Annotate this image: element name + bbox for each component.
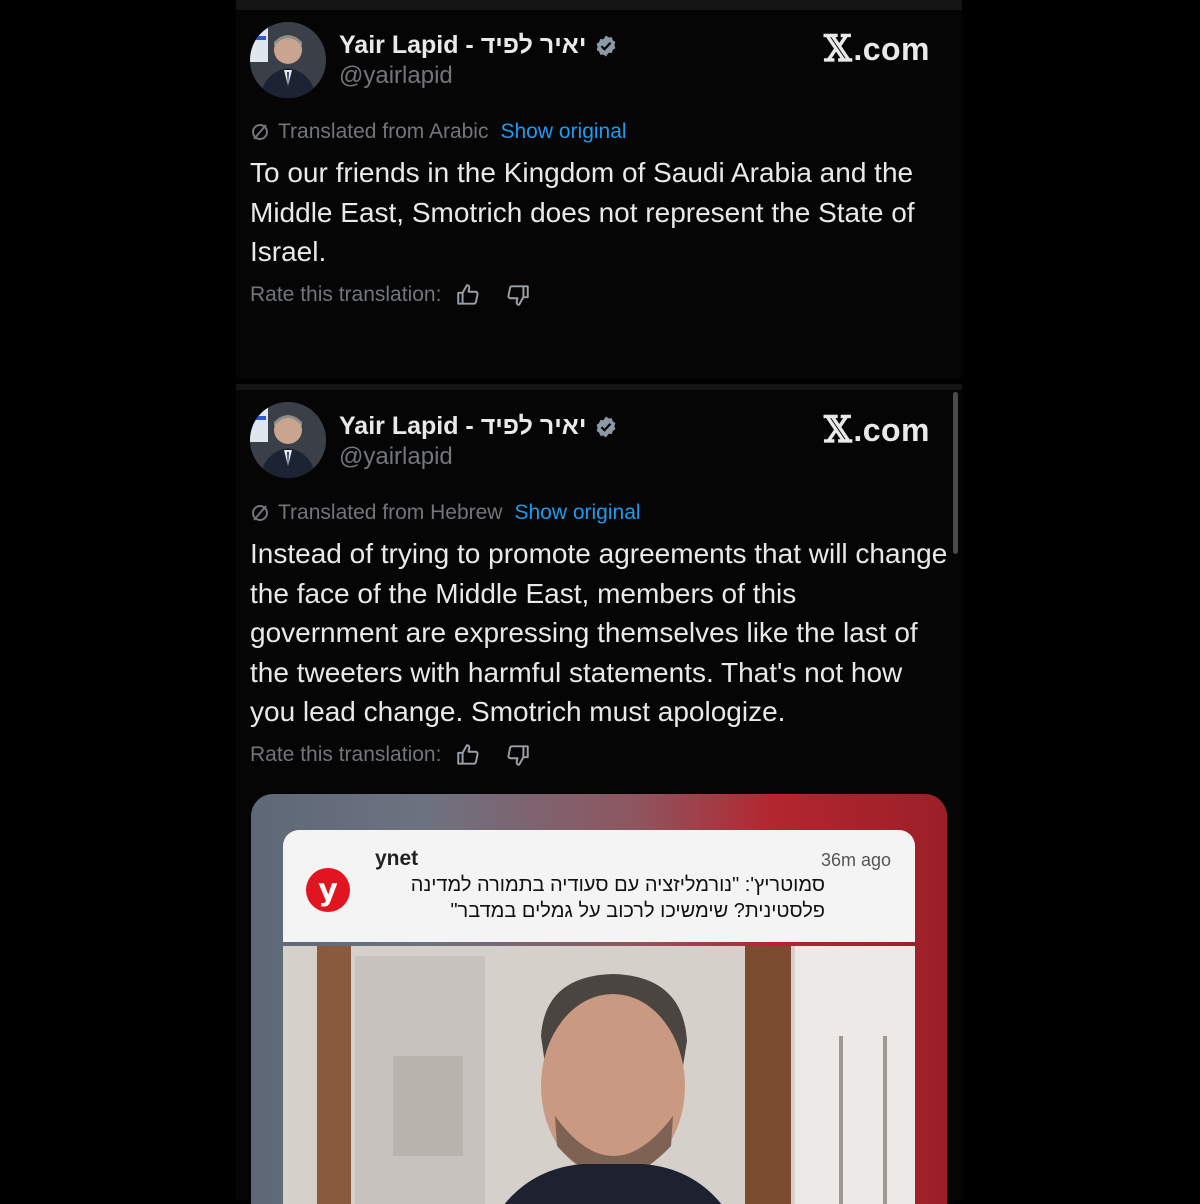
translation-bar: Translated from Hebrew Show original [250, 501, 641, 525]
tweet-text: Instead of trying to promote agreements … [250, 538, 948, 727]
ynet-logo-icon: y [306, 868, 350, 912]
author-handle[interactable]: @yairlapid [339, 443, 453, 471]
site-logo: 𝕏 .com [824, 409, 930, 451]
rate-translation-label: Rate this translation: [250, 743, 442, 766]
show-original-link[interactable]: Show original [500, 120, 626, 144]
rate-translation-label: Rate this translation: [250, 283, 442, 306]
attached-media[interactable]: y ynet 36m ago סמוטריץ': "נורמליזציה עם … [251, 794, 947, 1204]
x-logo-icon: 𝕏 [823, 409, 853, 451]
author-name[interactable]: Yair Lapid - יאיר לפיד [339, 31, 586, 60]
thumbs-down-icon[interactable] [505, 742, 531, 768]
thumbs-down-icon[interactable] [505, 282, 531, 308]
translated-from-label: Translated from Hebrew [278, 501, 503, 524]
show-original-link[interactable]: Show original [514, 501, 640, 525]
author-name[interactable]: Yair Lapid - יאיר לפיד [339, 412, 586, 441]
tweet-text: To our friends in the Kingdom of Saudi A… [250, 157, 915, 267]
author-name-row[interactable]: Yair Lapid - יאיר לפיד [339, 31, 618, 60]
notification-headline: סמוטריץ': "נורמליזציה עם סעודיה בתמורה ל… [410, 874, 825, 922]
verified-badge-icon [596, 35, 616, 56]
person-photo [283, 946, 915, 1204]
translated-from-label: Translated from Arabic [278, 120, 489, 143]
x-logo-icon: 𝕏 [823, 28, 853, 70]
site-suffix: .com [853, 30, 930, 67]
avatar[interactable] [250, 402, 326, 478]
translation-bar: Translated from Arabic Show original [250, 120, 627, 144]
ynet-notification: y ynet 36m ago סמוטריץ': "נורמליזציה עם … [283, 830, 915, 942]
notification-source: ynet [375, 847, 419, 870]
translate-icon [252, 124, 268, 140]
news-photo [283, 946, 915, 1204]
rate-translation-bar: Rate this translation: [250, 742, 531, 768]
rate-translation-bar: Rate this translation: [250, 282, 531, 308]
translate-icon [252, 505, 268, 521]
notification-time: 36m ago [820, 850, 891, 870]
tweet-card-2[interactable]: Yair Lapid - יאיר לפיד @yairlapid 𝕏 .com … [236, 384, 962, 1204]
scrollbar[interactable] [953, 392, 958, 554]
author-handle[interactable]: @yairlapid [339, 62, 453, 90]
author-name-row[interactable]: Yair Lapid - יאיר לפיד [339, 412, 618, 441]
site-logo: 𝕏 .com [824, 28, 930, 70]
verified-badge-icon [596, 416, 616, 437]
thumbs-up-icon[interactable] [455, 742, 481, 768]
tweet-card-1[interactable]: Yair Lapid - יאיר לפיד @yairlapid 𝕏 .com … [236, 0, 962, 378]
site-suffix: .com [853, 411, 930, 448]
thumbs-up-icon[interactable] [455, 282, 481, 308]
avatar[interactable] [250, 22, 326, 98]
